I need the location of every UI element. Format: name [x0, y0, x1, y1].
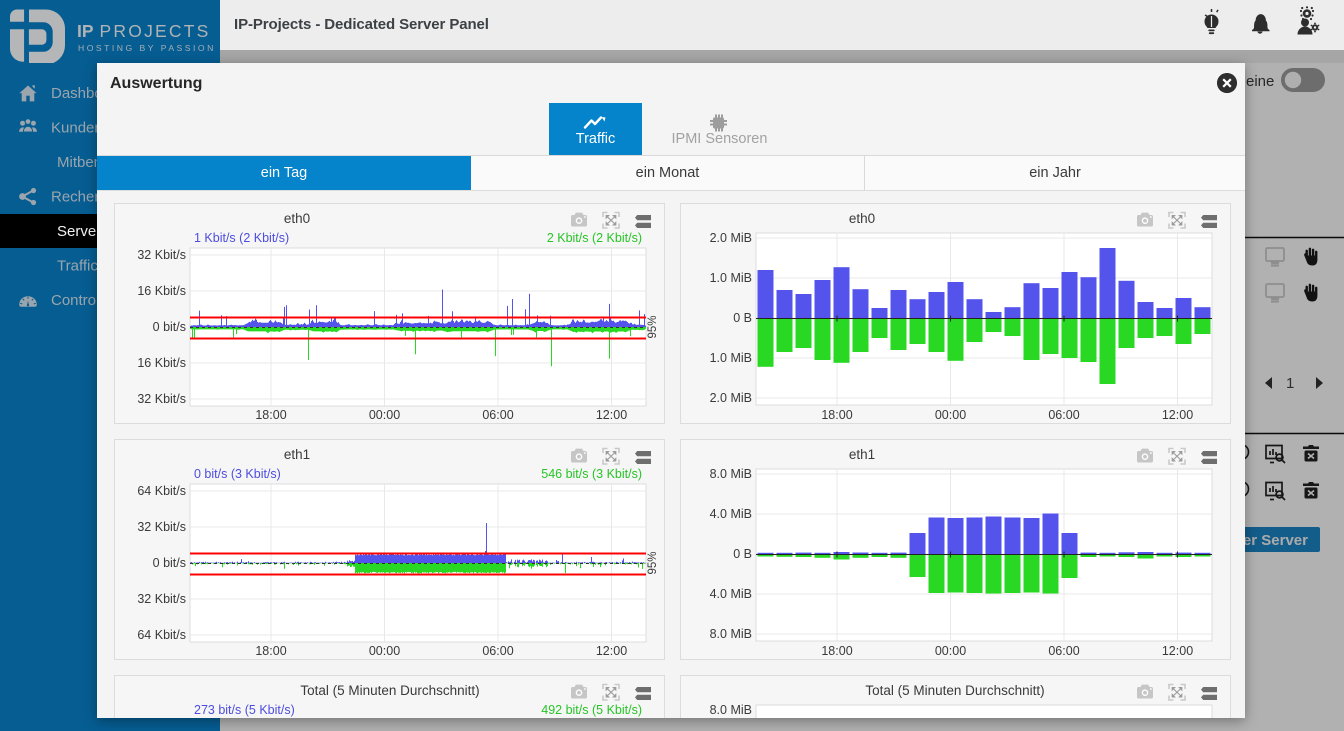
svg-text:18:00: 18:00	[255, 408, 286, 422]
svg-text:Kunden: Kunden	[51, 120, 103, 137]
svg-text:00:00: 00:00	[935, 408, 966, 422]
svg-text:eth1: eth1	[849, 447, 875, 462]
svg-text:12:00: 12:00	[1162, 408, 1193, 422]
svg-text:06:00: 06:00	[1048, 408, 1079, 422]
svg-text:492 bit/s (5 Kbit/s): 492 bit/s (5 Kbit/s)	[541, 703, 642, 717]
svg-text:4.0 MiB: 4.0 MiB	[710, 507, 752, 521]
svg-text:0 bit/s: 0 bit/s	[153, 320, 186, 334]
svg-text:Server: Server	[57, 223, 101, 240]
svg-text:273 bit/s (5 Kbit/s): 273 bit/s (5 Kbit/s)	[194, 703, 295, 717]
svg-text:0 bit/s: 0 bit/s	[153, 556, 186, 570]
svg-text:2 Kbit/s (2 Kbit/s): 2 Kbit/s (2 Kbit/s)	[547, 231, 642, 245]
svg-text:18:00: 18:00	[821, 408, 852, 422]
svg-text:546 bit/s (3 Kbit/s): 546 bit/s (3 Kbit/s)	[541, 467, 642, 481]
svg-text:00:00: 00:00	[369, 408, 400, 422]
svg-text:8.0 MiB: 8.0 MiB	[710, 627, 752, 641]
svg-text:2.0 MiB: 2.0 MiB	[710, 391, 752, 405]
svg-text:06:00: 06:00	[482, 408, 513, 422]
svg-text:eth0: eth0	[284, 211, 310, 226]
svg-text:1.0 MiB: 1.0 MiB	[710, 271, 752, 285]
svg-text:0 bit/s (3 Kbit/s): 0 bit/s (3 Kbit/s)	[194, 467, 281, 481]
svg-text:1 Kbit/s (2 Kbit/s): 1 Kbit/s (2 Kbit/s)	[194, 231, 289, 245]
svg-text:32 Kbit/s: 32 Kbit/s	[137, 392, 186, 406]
svg-text:Total (5 Minuten Durchschnitt): Total (5 Minuten Durchschnitt)	[300, 683, 479, 698]
svg-text:06:00: 06:00	[482, 644, 513, 658]
svg-text:2.0 MiB: 2.0 MiB	[710, 231, 752, 245]
svg-text:eth0: eth0	[849, 211, 875, 226]
svg-text:eth1: eth1	[284, 447, 310, 462]
svg-text:16 Kbit/s: 16 Kbit/s	[137, 284, 186, 298]
svg-text:Total (5 Minuten Durchschnitt): Total (5 Minuten Durchschnitt)	[865, 683, 1044, 698]
svg-text:16 Kbit/s: 16 Kbit/s	[137, 356, 186, 370]
svg-text:64 Kbit/s: 64 Kbit/s	[137, 484, 186, 498]
svg-text:0 B: 0 B	[733, 311, 752, 325]
svg-text:18:00: 18:00	[821, 644, 852, 658]
svg-text:64 Kbit/s: 64 Kbit/s	[137, 628, 186, 642]
svg-text:12:00: 12:00	[1162, 644, 1193, 658]
svg-text:8.0 MiB: 8.0 MiB	[710, 703, 752, 717]
svg-text:8.0 MiB: 8.0 MiB	[710, 467, 752, 481]
svg-text:06:00: 06:00	[1048, 644, 1079, 658]
svg-text:95%: 95%	[647, 315, 659, 338]
svg-text:32 Kbit/s: 32 Kbit/s	[137, 520, 186, 534]
svg-text:4.0 MiB: 4.0 MiB	[710, 587, 752, 601]
svg-text:12:00: 12:00	[596, 644, 627, 658]
svg-text:32 Kbit/s: 32 Kbit/s	[137, 248, 186, 262]
svg-text:00:00: 00:00	[935, 644, 966, 658]
svg-text:12:00: 12:00	[596, 408, 627, 422]
svg-text:95%: 95%	[647, 551, 659, 574]
svg-text:32 Kbit/s: 32 Kbit/s	[137, 592, 186, 606]
svg-text:1.0 MiB: 1.0 MiB	[710, 351, 752, 365]
svg-text:0 B: 0 B	[733, 547, 752, 561]
svg-text:00:00: 00:00	[369, 644, 400, 658]
svg-text:Traffic: Traffic	[57, 258, 98, 275]
svg-text:18:00: 18:00	[255, 644, 286, 658]
